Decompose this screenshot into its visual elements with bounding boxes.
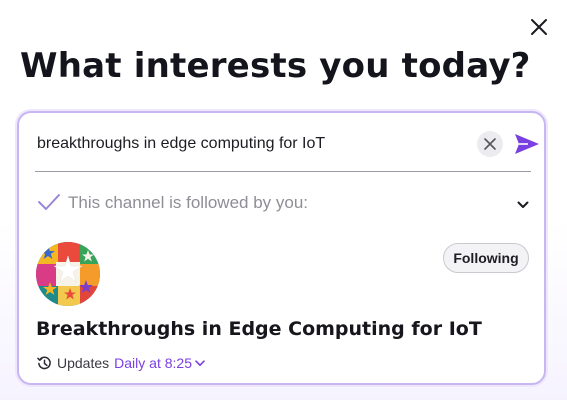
chevron-down-icon	[517, 201, 529, 208]
send-button[interactable]	[513, 130, 541, 158]
close-button[interactable]	[524, 12, 554, 42]
following-button[interactable]: Following	[443, 243, 529, 273]
chevron-down-icon	[195, 359, 205, 366]
channel-search-card: breakthroughs in edge computing for IoT …	[17, 111, 546, 385]
channel-avatar	[36, 242, 100, 306]
close-icon	[531, 19, 547, 35]
schedule-dropdown[interactable]: Daily at 8:25	[114, 355, 205, 371]
followed-section-label: This channel is followed by you:	[68, 193, 309, 212]
expand-followed-button[interactable]	[513, 195, 533, 215]
clear-icon	[484, 138, 496, 150]
search-input[interactable]: breakthroughs in edge computing for IoT	[37, 135, 325, 153]
schedule-value: Daily at 8:25	[114, 355, 192, 371]
updates-label: Updates	[57, 355, 110, 371]
channel-title: Breakthroughs in Edge Computing for IoT	[36, 318, 482, 340]
history-icon	[37, 356, 51, 369]
send-icon	[515, 134, 539, 154]
clear-search-button[interactable]	[477, 131, 503, 157]
page-title: What interests you today?	[20, 46, 531, 86]
search-bar: breakthroughs in edge computing for IoT	[35, 127, 539, 172]
followed-section-header: This channel is followed by you:	[35, 189, 531, 217]
check-icon	[38, 194, 60, 210]
updates-row: Updates Daily at 8:25	[37, 353, 205, 373]
